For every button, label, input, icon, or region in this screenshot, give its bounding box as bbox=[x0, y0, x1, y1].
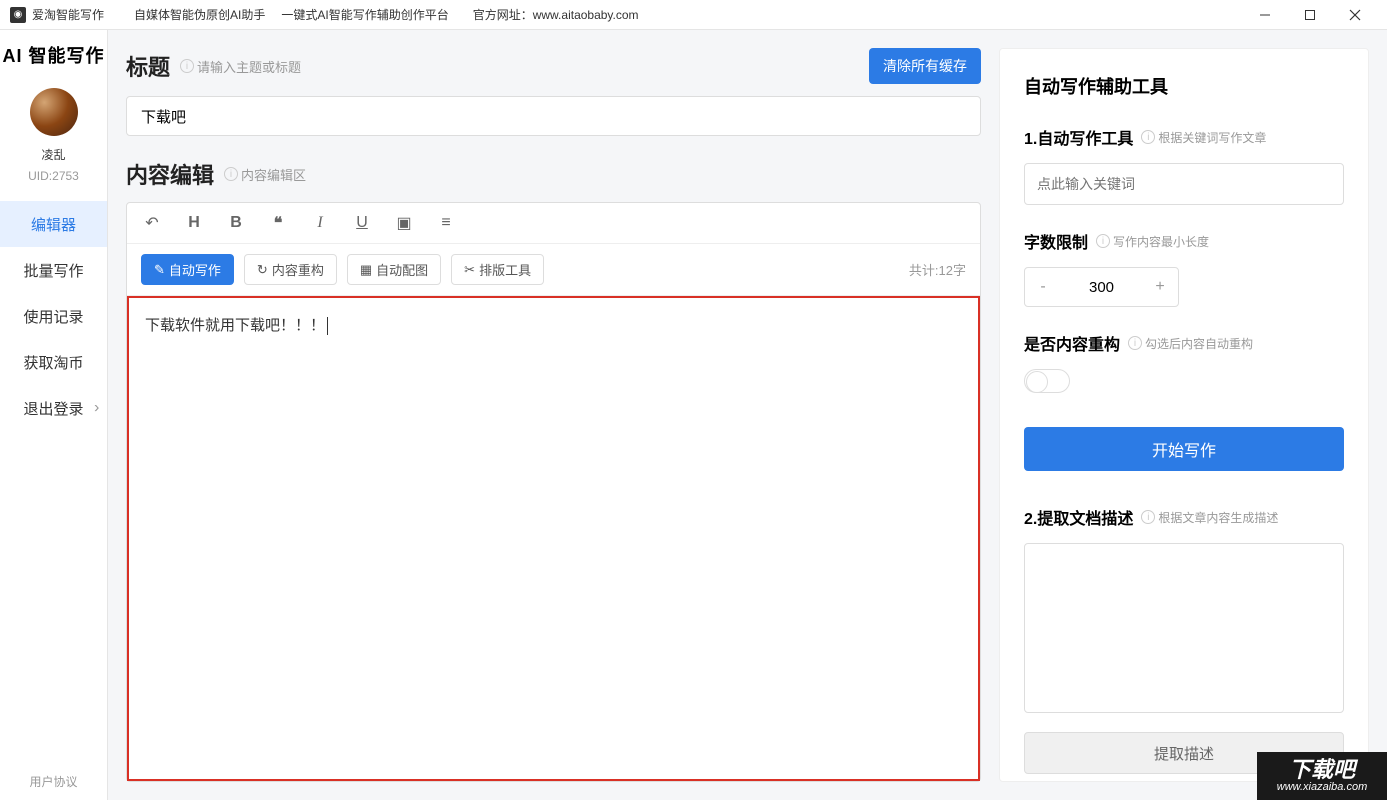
editor-box: ↶ H B ❝ I U ▣ ≡ ✎自动写作 ↻内容重构 ▦自动配图 ✂排版工具 … bbox=[126, 202, 981, 782]
user-id: UID:2753 bbox=[28, 169, 79, 183]
section2-label: 2.提取文档描述 bbox=[1024, 505, 1133, 529]
section1-hint: i根据关键词写作文章 bbox=[1141, 129, 1266, 146]
minimize-button[interactable] bbox=[1242, 0, 1287, 30]
info-icon: i bbox=[1141, 510, 1155, 524]
maximize-button[interactable] bbox=[1287, 0, 1332, 30]
italic-icon[interactable]: I bbox=[309, 214, 331, 232]
website-url: www.aitaobaby.com bbox=[533, 8, 639, 22]
underline-icon[interactable]: U bbox=[351, 214, 373, 232]
nav-logout[interactable]: 退出登录 bbox=[0, 385, 107, 431]
info-icon: i bbox=[1128, 336, 1142, 350]
info-icon: i bbox=[224, 167, 238, 181]
layout-icon: ✂ bbox=[464, 262, 475, 278]
section2-hint: i根据文章内容生成描述 bbox=[1141, 509, 1278, 526]
clear-cache-button[interactable]: 清除所有缓存 bbox=[869, 48, 981, 84]
title-label: 标题 bbox=[126, 50, 170, 82]
nav-batch-write[interactable]: 批量写作 bbox=[0, 247, 107, 293]
keyword-input[interactable] bbox=[1024, 163, 1344, 205]
content-hint: i 内容编辑区 bbox=[224, 165, 306, 184]
editor-content-area[interactable]: 下载软件就用下载吧！！！ bbox=[127, 296, 980, 781]
info-icon: i bbox=[180, 59, 194, 73]
titlebar: ◉ 爱淘智能写作 自媒体智能伪原创AI助手 一键式AI智能写作辅助创作平台 官方… bbox=[0, 0, 1387, 30]
app-name: 爱淘智能写作 bbox=[32, 6, 104, 23]
auto-image-button[interactable]: ▦自动配图 bbox=[347, 254, 441, 285]
word-limit-label: 字数限制 bbox=[1024, 229, 1088, 253]
section1-label: 1.自动写作工具 bbox=[1024, 125, 1133, 149]
username: 凌乱 bbox=[41, 146, 65, 163]
watermark: 下载吧 www.xiazaiba.com bbox=[1257, 752, 1387, 800]
word-limit-stepper: - 300 + bbox=[1024, 267, 1179, 307]
app-subtitle-2: 一键式AI智能写作辅助创作平台 bbox=[281, 6, 448, 23]
nav-history[interactable]: 使用记录 bbox=[0, 293, 107, 339]
restructure-button[interactable]: ↻内容重构 bbox=[244, 254, 337, 285]
app-icon: ◉ bbox=[10, 7, 26, 23]
format-toolbar: ↶ H B ❝ I U ▣ ≡ bbox=[127, 203, 980, 244]
bold-icon[interactable]: B bbox=[225, 214, 247, 232]
app-subtitle-1: 自媒体智能伪原创AI助手 bbox=[134, 6, 265, 23]
auto-write-button[interactable]: ✎自动写作 bbox=[141, 254, 234, 285]
action-toolbar: ✎自动写作 ↻内容重构 ▦自动配图 ✂排版工具 共计:12字 bbox=[127, 244, 980, 296]
stepper-increase[interactable]: + bbox=[1142, 268, 1178, 306]
text-cursor bbox=[327, 317, 328, 335]
undo-icon[interactable]: ↶ bbox=[141, 213, 163, 233]
info-icon: i bbox=[1096, 234, 1110, 248]
user-agreement-link[interactable]: 用户协议 bbox=[29, 773, 77, 790]
title-hint: i 请输入主题或标题 bbox=[180, 57, 301, 76]
start-writing-button[interactable]: 开始写作 bbox=[1024, 427, 1344, 471]
side-tools-panel: 自动写作辅助工具 1.自动写作工具 i根据关键词写作文章 字数限制 i写作内容最… bbox=[999, 48, 1369, 782]
align-icon[interactable]: ≡ bbox=[435, 214, 457, 232]
panel-title: 自动写作辅助工具 bbox=[1024, 73, 1344, 99]
logo: AI 智能写作 bbox=[2, 42, 104, 68]
stepper-decrease[interactable]: - bbox=[1025, 268, 1061, 306]
website-label: 官方网址： bbox=[473, 6, 533, 23]
content-label: 内容编辑 bbox=[126, 158, 214, 190]
picture-icon: ▦ bbox=[360, 262, 372, 278]
nav-editor[interactable]: 编辑器 bbox=[0, 201, 107, 247]
image-icon[interactable]: ▣ bbox=[393, 213, 415, 233]
close-button[interactable] bbox=[1332, 0, 1377, 30]
word-limit-hint: i写作内容最小长度 bbox=[1096, 233, 1209, 250]
stepper-value[interactable]: 300 bbox=[1061, 268, 1142, 306]
description-textarea[interactable] bbox=[1024, 543, 1344, 713]
info-icon: i bbox=[1141, 130, 1155, 144]
avatar[interactable] bbox=[30, 88, 78, 136]
nav-coins[interactable]: 获取淘币 bbox=[0, 339, 107, 385]
restructure-toggle[interactable] bbox=[1024, 369, 1070, 393]
char-count: 共计:12字 bbox=[909, 260, 966, 279]
quote-icon[interactable]: ❝ bbox=[267, 213, 289, 233]
layout-tool-button[interactable]: ✂排版工具 bbox=[451, 254, 544, 285]
editor-panel: 标题 i 请输入主题或标题 清除所有缓存 内容编辑 i 内容编辑区 ↶ bbox=[126, 48, 981, 782]
title-input[interactable] bbox=[126, 96, 981, 136]
restructure-hint: i勾选后内容自动重构 bbox=[1128, 335, 1253, 352]
refresh-icon: ↻ bbox=[257, 262, 268, 278]
restructure-label: 是否内容重构 bbox=[1024, 331, 1120, 355]
sidebar: AI 智能写作 凌乱 UID:2753 编辑器 批量写作 使用记录 获取淘币 退… bbox=[0, 30, 108, 800]
heading-icon[interactable]: H bbox=[183, 214, 205, 232]
pencil-icon: ✎ bbox=[154, 262, 165, 278]
